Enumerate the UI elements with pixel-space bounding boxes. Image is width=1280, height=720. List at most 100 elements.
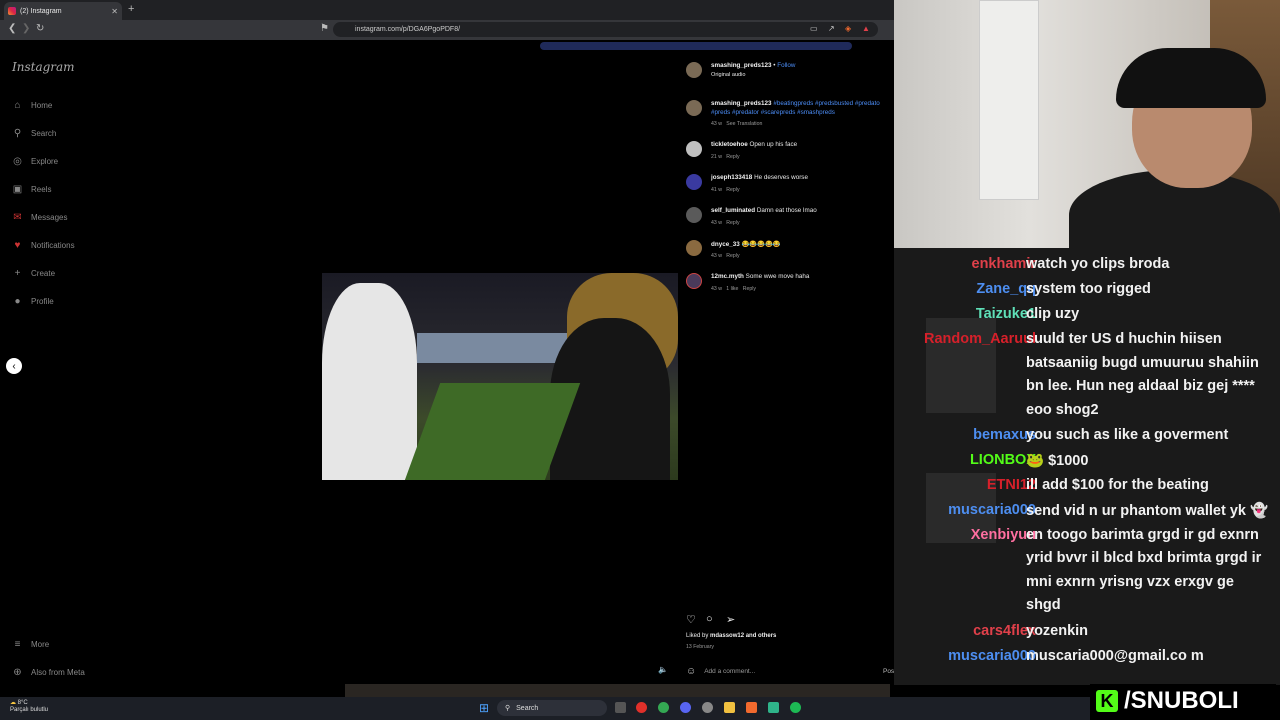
close-tab-icon[interactable]: ✕ [111,7,118,16]
bookmark-icon[interactable]: ⚑ [320,23,329,34]
discord-icon[interactable] [680,702,691,713]
share-icon[interactable]: ↗ [828,24,835,33]
liked-by-text: Liked by mdassow12 and others [686,633,776,639]
comment-text: 12mc.myth Some wwe move haha [711,273,897,280]
back-icon[interactable]: ❮ [8,23,16,34]
instagram-logo[interactable]: Instagram [12,60,75,74]
reply-link[interactable]: Reply [726,154,739,160]
previous-post-icon[interactable]: ‹ [6,358,22,374]
liked-by-user[interactable]: mdassow12 [710,633,744,639]
caption-meta: 43 w See Translation [711,121,762,127]
comment-user[interactable]: joseph133418 [711,174,752,181]
comment-user[interactable]: 12mc.myth [711,273,744,280]
search-icon: ⚲ [505,705,511,712]
cast-icon[interactable]: ▭ [810,24,818,33]
comment-text: tickletoehoe Open up his face [711,141,897,148]
nav-label: Create [31,269,56,278]
url-field[interactable]: instagram.com/p/DGA6PgoPDF8/ [333,22,878,37]
chat-username[interactable]: Random_Aaruul [924,331,1036,347]
tab-title: (2) Instagram [20,7,62,15]
avatar[interactable] [686,240,702,256]
nav-messages[interactable]: ✉ Messages [12,212,67,223]
see-translation-link[interactable]: See Translation [726,121,762,127]
reply-link[interactable]: Reply [726,187,739,193]
new-tab-button[interactable]: + [128,3,134,15]
post-video-frame[interactable] [322,273,678,480]
avatar[interactable] [686,273,702,289]
kick-logo-icon: K [1096,690,1118,712]
chat-message: send vid n ur phantom wallet yk 👻 [1026,503,1269,519]
nav-label: Profile [31,297,54,306]
nav-search[interactable]: ⚲ Search [12,128,57,139]
caption-line1: smashing_preds123 #beatingpreds #predsbu… [711,100,897,107]
nav-more[interactable]: ≡ More [12,639,50,650]
comment-age: 43 w [711,220,722,226]
post-audio[interactable]: Original audio [711,72,897,78]
nav-create[interactable]: + Create [12,268,55,279]
chat-username[interactable]: muscaria000 [948,648,1036,664]
avatar[interactable] [686,141,702,157]
profile-icon: ● [14,296,21,307]
webcam-door [979,0,1039,200]
reply-link[interactable]: Reply [726,253,739,259]
chrome-icon[interactable] [658,702,669,713]
avatar[interactable] [686,207,702,223]
spotify-icon[interactable] [790,702,801,713]
forward-icon[interactable]: ❯ [22,23,30,34]
share-post-icon[interactable]: ➢ [726,613,735,626]
browser-tab[interactable]: (2) Instagram ✕ [4,2,122,20]
chat-username[interactable]: muscaria000 [948,502,1036,518]
brave-rewards-icon[interactable]: ▲ [862,24,870,33]
weather-widget[interactable]: ☁ 8°C Parçalı bulutlu [10,700,48,714]
file-explorer-icon[interactable] [724,702,735,713]
taskbar-search[interactable]: ⚲ Search [497,700,607,716]
follow-button[interactable]: Follow [777,62,795,69]
caption-user[interactable]: smashing_preds123 [711,100,772,107]
mute-icon[interactable]: 🔈 [658,665,668,674]
avatar[interactable] [686,100,702,116]
url-text: instagram.com/p/DGA6PgoPDF8/ [355,26,461,33]
avatar[interactable] [686,174,702,190]
reload-icon[interactable]: ↻ [36,23,44,34]
avatar[interactable] [686,62,702,78]
brave-icon[interactable] [746,702,757,713]
thumbnail-strip [345,684,890,697]
app-icon[interactable] [768,702,779,713]
comment-text: joseph133418 He deserves worse [711,174,897,181]
nav-home[interactable]: ⌂ Home [12,100,52,111]
nav-label: Home [31,101,53,110]
task-view-icon[interactable] [615,702,626,713]
comment-icon[interactable]: ○ [706,613,713,625]
nav-also-from-meta[interactable]: ⊕ Also from Meta [12,667,85,678]
nav-reels[interactable]: ▣ Reels [12,184,52,195]
reply-link[interactable]: Reply [743,286,756,292]
emoji-icon[interactable]: ☺ [686,666,696,677]
reply-link[interactable]: Reply [726,220,739,226]
comment-user[interactable]: self_luminated [711,207,755,214]
comment-body: Some wwe move haha [745,273,810,280]
chat-message: clip uzy [1026,306,1080,322]
liked-by-suffix[interactable]: and others [744,633,777,639]
nav-profile[interactable]: ● Profile [12,296,54,307]
brave-shield-icon[interactable]: ◈ [845,24,851,33]
chat-message: ill add $100 for the beating [1026,477,1209,493]
like-icon[interactable]: ♡ [686,613,696,626]
opera-icon[interactable] [636,702,647,713]
comment-user[interactable]: dnyce_33 [711,241,740,248]
windows-start-icon[interactable]: ⊞ [479,701,489,715]
create-icon: + [14,268,21,279]
comment-input[interactable]: Add a comment... [704,668,875,675]
comment-likes[interactable]: 1 like [726,286,738,292]
post-author[interactable]: smashing_preds123 [711,62,772,69]
settings-icon[interactable] [702,702,713,713]
caption-hashtags-2[interactable]: #preds #predator #scarepreds #smashpreds [711,109,897,116]
comment-text: dnyce_33 😂😂😂😂😂 [711,240,897,248]
comment-user[interactable]: tickletoehoe [711,141,748,148]
nav-notifications[interactable]: ♥ Notifications [12,240,75,251]
browser-tab-bar: (2) Instagram ✕ + [0,0,894,20]
chat-message: system too rigged [1026,281,1151,297]
nav-explore[interactable]: ◎ Explore [12,156,58,167]
caption-hashtags[interactable]: #beatingpreds #predsbusted #predato [773,100,879,107]
notification-bar [540,42,852,50]
nav-label: Notifications [31,241,75,250]
